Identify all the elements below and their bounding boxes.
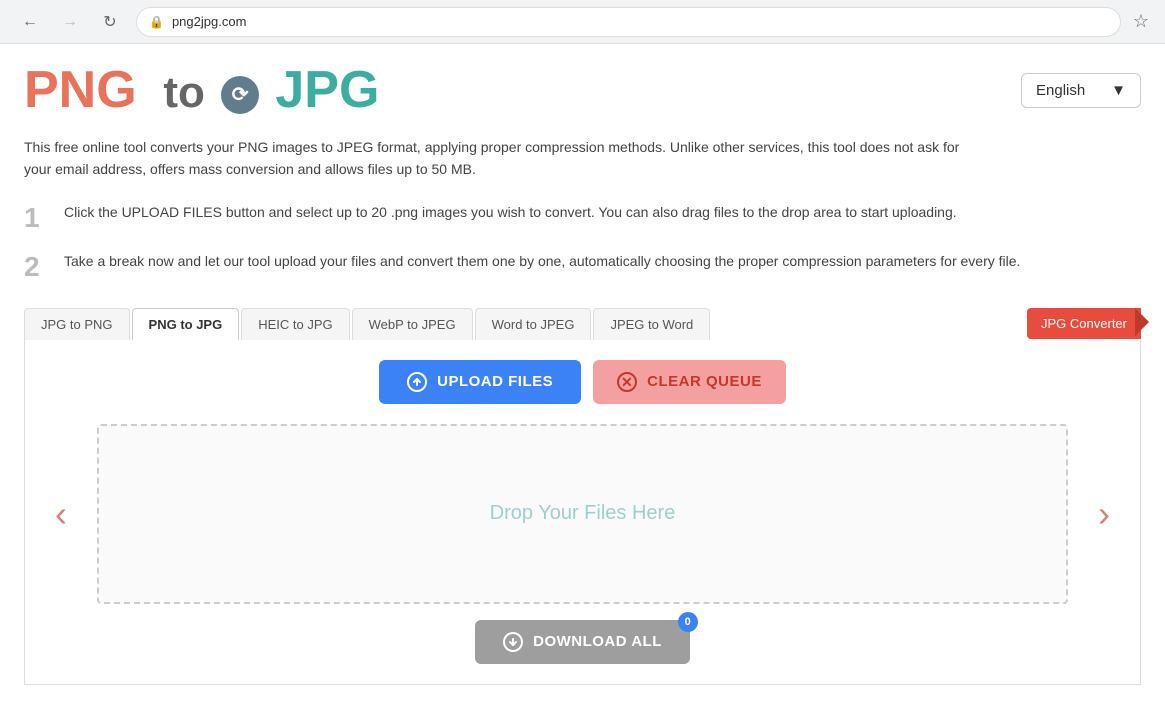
tab-jpg-to-png[interactable]: JPG to PNG — [24, 308, 130, 340]
bookmark-icon[interactable]: ☆ — [1133, 11, 1149, 32]
logo-to: to ⟳ — [151, 68, 275, 117]
step-2: 2 Take a break now and let our tool uplo… — [24, 250, 1141, 284]
page-content: PNG to ⟳ JPG English ▼ This free online … — [0, 44, 1165, 705]
address-bar[interactable]: 🔒 png2jpg.com — [136, 7, 1121, 37]
download-all-button[interactable]: DOWNLOAD ALL 0 — [475, 620, 690, 664]
tab-corner-decoration — [1135, 308, 1149, 336]
tabs-container: JPG to PNG PNG to JPG HEIC to JPG WebP t… — [24, 308, 1141, 340]
step-2-number: 2 — [24, 250, 48, 284]
back-button[interactable]: ← — [16, 8, 44, 36]
description-text: This free online tool converts your PNG … — [24, 136, 984, 181]
download-all-label: DOWNLOAD ALL — [533, 633, 662, 650]
carousel-area: ‹ Drop Your Files Here › — [45, 424, 1120, 604]
converter-buttons: UPLOAD FILES ✕ CLEAR QUEUE — [45, 360, 1120, 404]
tabs: JPG to PNG PNG to JPG HEIC to JPG WebP t… — [24, 308, 710, 340]
clear-button-label: CLEAR QUEUE — [647, 373, 762, 390]
step-1: 1 Click the UPLOAD FILES button and sele… — [24, 201, 1141, 235]
clear-queue-button[interactable]: ✕ CLEAR QUEUE — [593, 360, 786, 404]
step-1-text: Click the UPLOAD FILES button and select… — [64, 201, 957, 223]
tab-word-to-jpeg[interactable]: Word to JPEG — [475, 308, 592, 340]
logo-png: PNG — [24, 61, 137, 119]
step-2-text: Take a break now and let our tool upload… — [64, 250, 1020, 272]
tab-webp-to-jpeg[interactable]: WebP to JPEG — [352, 308, 473, 340]
logo: PNG to ⟳ JPG — [24, 64, 379, 116]
upload-arrow-icon — [410, 375, 424, 389]
language-label: English — [1036, 82, 1085, 99]
steps-list: 1 Click the UPLOAD FILES button and sele… — [24, 201, 1141, 284]
header: PNG to ⟳ JPG English ▼ — [24, 64, 1141, 116]
reload-button[interactable]: ↻ — [96, 8, 124, 36]
chevron-down-icon: ▼ — [1111, 82, 1126, 99]
drop-zone[interactable]: Drop Your Files Here — [97, 424, 1068, 604]
clear-icon: ✕ — [617, 372, 637, 392]
upload-files-button[interactable]: UPLOAD FILES — [379, 360, 581, 404]
download-badge: 0 — [678, 612, 698, 632]
converter-box: UPLOAD FILES ✕ CLEAR QUEUE ‹ Drop Your F… — [24, 340, 1141, 685]
browser-chrome: ← → ↻ 🔒 png2jpg.com ☆ — [0, 0, 1165, 44]
language-selector[interactable]: English ▼ — [1021, 73, 1141, 108]
step-1-number: 1 — [24, 201, 48, 235]
security-icon: 🔒 — [149, 15, 164, 29]
tab-jpeg-to-word[interactable]: JPEG to Word — [593, 308, 710, 340]
upload-button-label: UPLOAD FILES — [437, 373, 553, 390]
tab-converter-label: JPG Converter — [1041, 316, 1127, 331]
download-all-row: DOWNLOAD ALL 0 — [45, 620, 1120, 664]
tab-heic-to-jpg[interactable]: HEIC to JPG — [241, 308, 349, 340]
carousel-inner: Drop Your Files Here — [77, 424, 1088, 604]
tab-jpg-converter[interactable]: JPG Converter — [1027, 308, 1141, 339]
tab-png-to-jpg[interactable]: PNG to JPG — [132, 308, 240, 340]
drop-zone-text: Drop Your Files Here — [490, 502, 676, 525]
forward-button[interactable]: → — [56, 8, 84, 36]
download-icon — [503, 632, 523, 652]
upload-icon — [407, 372, 427, 392]
logo-jpg: JPG — [275, 61, 379, 119]
carousel-next-button[interactable]: › — [1088, 496, 1120, 532]
url-text: png2jpg.com — [172, 14, 246, 29]
carousel-prev-button[interactable]: ‹ — [45, 496, 77, 532]
logo-icon: ⟳ — [221, 76, 259, 114]
download-arrow-icon — [506, 635, 520, 649]
